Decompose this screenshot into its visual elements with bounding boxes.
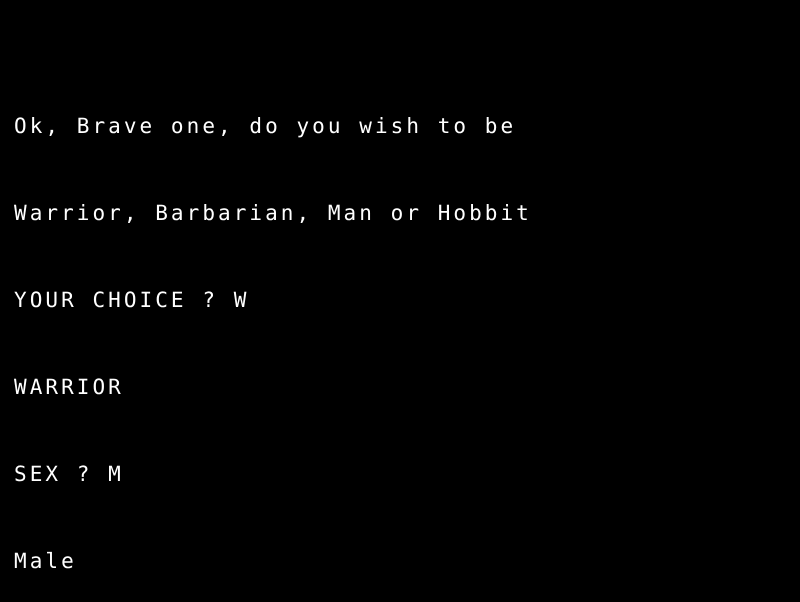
terminal-screen[interactable]: Ok, Brave one, do you wish to be Warrior…: [0, 0, 800, 602]
terminal-line: Warrior, Barbarian, Man or Hobbit: [14, 201, 532, 225]
terminal-line-sex-selected: Male: [14, 549, 77, 573]
terminal-line: Ok, Brave one, do you wish to be: [14, 114, 517, 138]
terminal-line-sex-prompt: SEX ? M: [14, 462, 124, 486]
terminal-line-race-choice: YOUR CHOICE ? W: [14, 288, 250, 312]
terminal-line-race-selected: WARRIOR: [14, 375, 124, 399]
terminal-output[interactable]: Ok, Brave one, do you wish to be Warrior…: [14, 54, 626, 602]
